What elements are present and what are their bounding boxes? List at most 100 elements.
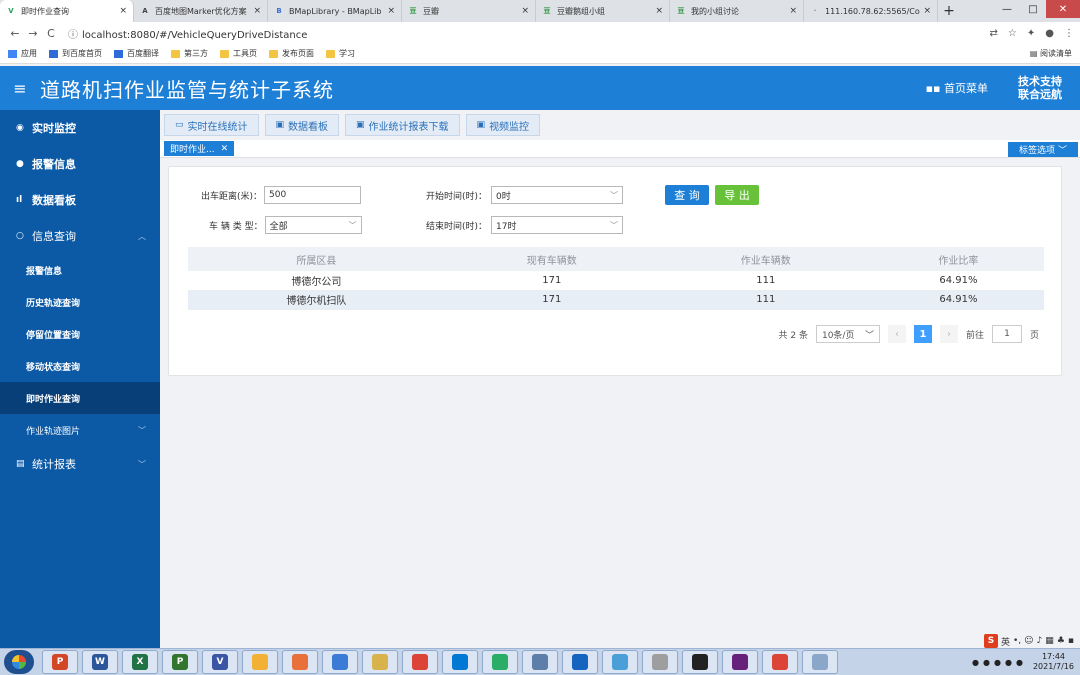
col-ratio[interactable]: 作业比率 xyxy=(872,247,1044,271)
taskbar-app[interactable]: P xyxy=(162,650,198,674)
browser-tab[interactable]: 豆豆瓣鹅组小组 × xyxy=(536,0,670,22)
sidebar-sub-instant[interactable]: 即时作业查询 xyxy=(0,382,160,414)
new-tab-button[interactable]: + xyxy=(938,0,960,22)
volume-icon[interactable]: ● xyxy=(1005,658,1012,667)
taskbar-app[interactable] xyxy=(482,650,518,674)
network-icon[interactable]: ● xyxy=(983,658,990,667)
browser-tab[interactable]: 豆我的小组讨论 × xyxy=(670,0,804,22)
start-button[interactable] xyxy=(4,650,34,674)
url-field[interactable]: ⓘ localhost:8080/#/VehicleQueryDriveDista… xyxy=(68,26,990,41)
col-existing[interactable]: 现有车辆数 xyxy=(444,247,659,271)
video-monitor-button[interactable]: ▣ 视频监控 xyxy=(465,114,541,136)
export-button[interactable]: 导 出 xyxy=(715,185,759,205)
sidebar-item-query[interactable]: ○ 信息查询 ︿ xyxy=(0,218,160,254)
bookmark-item[interactable]: 发布页面 xyxy=(269,48,314,59)
vehicle-type-select[interactable]: 全部 ﹀ xyxy=(264,216,362,234)
tab-close-icon[interactable]: × xyxy=(923,6,931,16)
start-time-select[interactable]: 0时 ﹀ xyxy=(491,186,624,204)
taskbar-app[interactable] xyxy=(722,650,758,674)
tab-close-icon[interactable]: × xyxy=(789,6,797,16)
menu-toggle-icon[interactable]: ≡ xyxy=(0,79,40,98)
reading-list[interactable]: ▤ 阅读清单 xyxy=(1030,48,1072,59)
taskbar-app[interactable]: V xyxy=(202,650,238,674)
wechat-icon[interactable]: ● xyxy=(994,658,1001,667)
report-download-button[interactable]: ▣ 作业统计报表下载 xyxy=(345,114,460,136)
online-stats-button[interactable]: ▭ 实时在线统计 xyxy=(164,114,259,136)
bookmark-item[interactable]: 到百度首页 xyxy=(49,48,102,59)
sidebar-item-alarm[interactable]: ● 报警信息 xyxy=(0,146,160,182)
table-row[interactable]: 博德尔机扫队 171 111 64.91% xyxy=(188,290,1044,310)
end-time-select[interactable]: 17时 ﹀ xyxy=(491,216,624,234)
ime-tray-icon[interactable]: ● xyxy=(972,658,979,667)
bookmark-item[interactable]: 应用 xyxy=(8,48,37,59)
bookmark-item[interactable]: 百度翻译 xyxy=(114,48,159,59)
tab-close-icon[interactable]: × xyxy=(119,6,127,16)
taskbar-app[interactable] xyxy=(642,650,678,674)
clock[interactable]: 17:44 2021/7/16 xyxy=(1033,652,1074,672)
maximize-button[interactable]: □ xyxy=(1020,0,1046,18)
profile-icon[interactable]: ● xyxy=(1045,28,1054,39)
extensions-icon[interactable]: ✦ xyxy=(1027,28,1035,39)
ime-lang[interactable]: 英 xyxy=(1001,635,1010,648)
back-icon[interactable]: ← xyxy=(6,27,24,40)
sogou-icon[interactable]: S xyxy=(983,634,998,648)
prev-page-button[interactable]: ‹ xyxy=(887,325,906,343)
sidebar-sub-track-images[interactable]: 作业轨迹图片 ﹀ xyxy=(0,414,160,446)
taskbar-app[interactable] xyxy=(602,650,638,674)
tab-close-icon[interactable]: × xyxy=(655,6,663,16)
taskbar-app[interactable] xyxy=(282,650,318,674)
table-row[interactable]: 博德尔公司 171 111 64.91% xyxy=(188,271,1044,291)
sidebar-item-report[interactable]: ▤ 统计报表 ﹀ xyxy=(0,446,160,482)
close-icon[interactable]: ✕ xyxy=(221,144,229,154)
taskbar-app[interactable] xyxy=(242,650,278,674)
browser-tab[interactable]: · 111.160.78.62:5565/Con × xyxy=(804,0,938,22)
tools-icon[interactable]: ▪ xyxy=(1068,636,1074,646)
taskbar-app[interactable] xyxy=(562,650,598,674)
sidebar-item-dashboard[interactable]: ıl 数据看板 xyxy=(0,182,160,218)
sidebar-item-realtime[interactable]: ◉ 实时监控 xyxy=(0,110,160,146)
bookmark-item[interactable]: 学习 xyxy=(326,48,355,59)
browser-tab[interactable]: B BMapLibrary - BMapLib × xyxy=(268,0,402,22)
browser-tab[interactable]: V 即时作业查询 × xyxy=(0,0,134,22)
bookmark-item[interactable]: 第三方 xyxy=(171,48,208,59)
battery-icon[interactable]: ● xyxy=(1016,658,1023,667)
taskbar-app[interactable]: W xyxy=(82,650,118,674)
taskbar-app[interactable]: X xyxy=(122,650,158,674)
page-current[interactable]: 1 xyxy=(913,325,932,343)
star-icon[interactable]: ☆ xyxy=(1008,28,1017,39)
translate-icon[interactable]: ⇄ xyxy=(990,28,998,39)
taskbar-app[interactable] xyxy=(442,650,478,674)
keyboard-icon[interactable]: ▦ xyxy=(1045,636,1054,646)
mic-icon[interactable]: ♪ xyxy=(1037,636,1043,646)
minimize-button[interactable]: — xyxy=(994,0,1020,18)
taskbar-app[interactable] xyxy=(362,650,398,674)
sidebar-sub-stop[interactable]: 停留位置查询 xyxy=(0,318,160,350)
sidebar-sub-move[interactable]: 移动状态查询 xyxy=(0,350,160,382)
taskbar-app[interactable] xyxy=(522,650,558,674)
more-icon[interactable]: ⋮ xyxy=(1064,28,1074,39)
taskbar-app[interactable] xyxy=(802,650,838,674)
sidebar-sub-alarm[interactable]: 报警信息 xyxy=(0,254,160,286)
query-button[interactable]: 查 询 xyxy=(665,185,709,205)
tab-close-icon[interactable]: × xyxy=(521,6,529,16)
home-menu-button[interactable]: ▪▪ 首页菜单 xyxy=(926,80,988,96)
tab-close-icon[interactable]: × xyxy=(253,6,261,16)
browser-tab[interactable]: 豆豆瓣 × xyxy=(402,0,536,22)
dashboard-button[interactable]: ▣ 数据看板 xyxy=(264,114,340,136)
taskbar-app[interactable] xyxy=(762,650,798,674)
taskbar-app[interactable] xyxy=(322,650,358,674)
ime-punct-icon[interactable]: •, xyxy=(1013,636,1021,646)
distance-input[interactable]: 500 xyxy=(264,186,362,204)
col-working[interactable]: 作业车辆数 xyxy=(658,247,873,271)
tag-options-button[interactable]: 标签选项 ﹀ xyxy=(1008,142,1078,157)
sidebar-sub-history[interactable]: 历史轨迹查询 xyxy=(0,286,160,318)
reload-icon[interactable]: C xyxy=(42,27,60,40)
taskbar-app[interactable]: P xyxy=(42,650,78,674)
next-page-button[interactable]: › xyxy=(939,325,958,343)
emoji-icon[interactable]: ☺ xyxy=(1024,636,1033,646)
taskbar-app[interactable] xyxy=(402,650,438,674)
bookmark-item[interactable]: 工具页 xyxy=(220,48,257,59)
skin-icon[interactable]: ♣ xyxy=(1057,636,1065,646)
taskbar-app[interactable] xyxy=(682,650,718,674)
browser-tab[interactable]: A 百度地图Marker优化方案 × xyxy=(134,0,268,22)
